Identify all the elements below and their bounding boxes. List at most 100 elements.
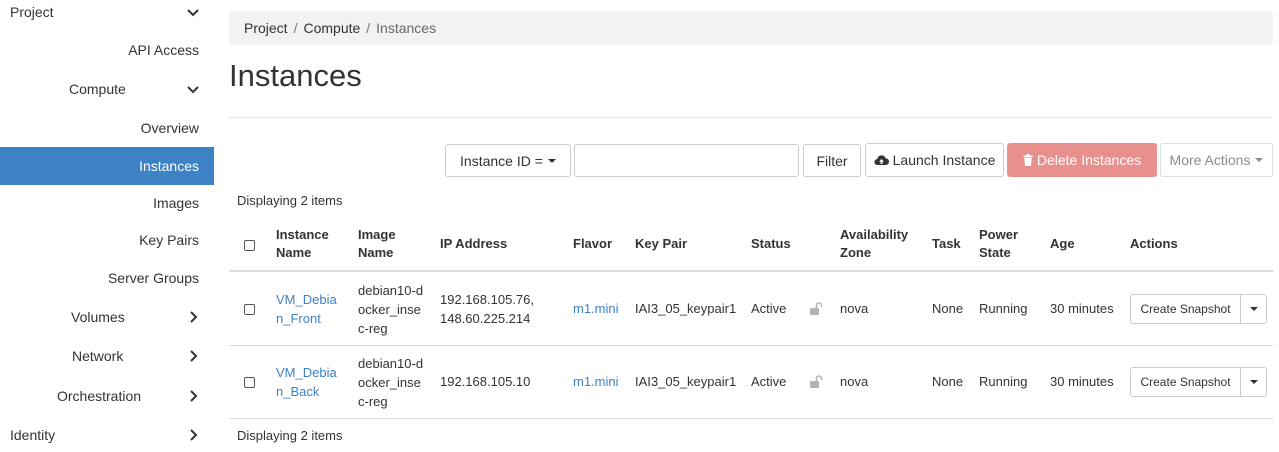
sidebar-item-identity[interactable]: Identity bbox=[0, 418, 214, 452]
trash-icon bbox=[1023, 154, 1033, 166]
flavor-link[interactable]: m1.mini bbox=[573, 299, 619, 318]
breadcrumb: Project / Compute / Instances bbox=[229, 11, 1273, 45]
filter-field-label: Instance ID = bbox=[460, 152, 543, 169]
text-line: VM_Debia bbox=[276, 365, 337, 380]
breadcrumb-compute[interactable]: Compute bbox=[303, 20, 360, 36]
column-header-task[interactable]: Task bbox=[932, 235, 961, 253]
unlock-icon bbox=[810, 375, 823, 388]
caret-down-icon bbox=[1255, 158, 1264, 162]
key-pair: IAI3_05_keypair1 bbox=[635, 301, 737, 316]
sidebar-item-images[interactable]: Images bbox=[0, 186, 214, 220]
age: 30 minutes bbox=[1050, 374, 1114, 389]
sidebar-item-volumes[interactable]: Volumes bbox=[0, 300, 214, 334]
sidebar-item-label: Project bbox=[10, 4, 54, 20]
sidebar-item-label: Server Groups bbox=[107, 270, 199, 286]
sidebar-item-label: Images bbox=[153, 195, 199, 211]
column-header-age[interactable]: Age bbox=[1050, 235, 1075, 253]
breadcrumb-project[interactable]: Project bbox=[244, 20, 288, 36]
unlock-icon bbox=[810, 302, 823, 315]
table-row: VM_Debia n_Front debian10-d ocker_inse c… bbox=[229, 273, 1273, 346]
column-header-flavor[interactable]: Flavor bbox=[573, 235, 612, 253]
column-header-key-pair[interactable]: Key Pair bbox=[635, 235, 687, 253]
sidebar-item-label: Overview bbox=[140, 120, 199, 136]
status: Active bbox=[751, 374, 787, 389]
row-actions-dropdown-toggle[interactable] bbox=[1241, 294, 1267, 324]
caret-down-icon bbox=[1249, 380, 1258, 384]
chevron-right-icon bbox=[190, 311, 198, 323]
filter-input[interactable] bbox=[574, 144, 799, 177]
column-header-actions: Actions bbox=[1130, 236, 1178, 251]
delete-instances-label: Delete Instances bbox=[1036, 152, 1142, 168]
launch-instance-button[interactable]: Launch Instance bbox=[865, 143, 1004, 177]
item-count-top: Displaying 2 items bbox=[237, 193, 343, 208]
create-snapshot-button[interactable]: Create Snapshot bbox=[1130, 367, 1241, 397]
sidebar-item-orchestration[interactable]: Orchestration bbox=[0, 379, 214, 413]
column-header-image-name[interactable]: Image Name bbox=[358, 226, 396, 262]
sidebar-item-label: Compute bbox=[69, 81, 126, 97]
text-line: ocker_inse bbox=[358, 302, 421, 317]
sidebar: Project API Access Compute Overview Inst… bbox=[0, 0, 214, 450]
filter-button[interactable]: Filter bbox=[803, 144, 861, 177]
filter-field-select[interactable]: Instance ID = bbox=[445, 144, 571, 177]
ip-address: 192.168.105.10 bbox=[440, 374, 531, 389]
row-checkbox[interactable] bbox=[244, 304, 255, 315]
sidebar-item-key-pairs[interactable]: Key Pairs bbox=[0, 223, 214, 257]
table-header: Instance Name Image Name IP Address Flav… bbox=[229, 219, 1273, 272]
chevron-right-icon bbox=[190, 429, 198, 441]
sidebar-item-label: Key Pairs bbox=[139, 232, 199, 248]
column-header-status[interactable]: Status bbox=[751, 235, 791, 253]
breadcrumb-current: Instances bbox=[376, 20, 437, 36]
instance-name-link[interactable]: VM_Debia n_Front bbox=[276, 290, 337, 328]
sidebar-item-instances[interactable]: Instances bbox=[0, 147, 214, 185]
sidebar-item-api-access[interactable]: API Access bbox=[0, 33, 214, 67]
sidebar-item-network[interactable]: Network bbox=[0, 339, 214, 373]
row-checkbox[interactable] bbox=[244, 377, 255, 388]
filter-button-label: Filter bbox=[816, 152, 848, 169]
column-header-instance-name[interactable]: Instance Name bbox=[276, 226, 329, 262]
header-line: State bbox=[979, 245, 1011, 260]
delete-instances-button[interactable]: Delete Instances bbox=[1007, 143, 1157, 177]
sidebar-item-label: Volumes bbox=[71, 309, 125, 325]
page-title: Instances bbox=[229, 58, 362, 93]
header-line: Name bbox=[358, 245, 394, 260]
age: 30 minutes bbox=[1050, 301, 1114, 316]
sidebar-item-compute[interactable]: Compute bbox=[0, 72, 214, 106]
row-actions-dropdown-toggle[interactable] bbox=[1241, 367, 1267, 397]
text-line: VM_Debia bbox=[276, 292, 337, 307]
text-line: c-reg bbox=[358, 394, 388, 409]
header-line: Instance bbox=[276, 227, 329, 242]
column-header-power-state[interactable]: Power State bbox=[979, 226, 1018, 262]
instance-name-link[interactable]: VM_Debia n_Back bbox=[276, 363, 337, 401]
column-header-ip-address[interactable]: IP Address bbox=[440, 235, 507, 253]
caret-down-icon bbox=[1249, 307, 1258, 311]
task: None bbox=[932, 374, 964, 389]
chevron-down-icon bbox=[187, 86, 199, 94]
header-line: Image bbox=[358, 227, 396, 242]
sidebar-item-label: API Access bbox=[128, 42, 199, 58]
sidebar-item-overview[interactable]: Overview bbox=[0, 111, 214, 145]
sidebar-item-project[interactable]: Project bbox=[0, 0, 214, 29]
text-line: c-reg bbox=[358, 321, 388, 336]
image-name: debian10-d ocker_inse c-reg bbox=[358, 354, 423, 411]
more-actions-button[interactable]: More Actions bbox=[1160, 143, 1273, 177]
breadcrumb-separator: / bbox=[293, 20, 298, 36]
text-line: n_Front bbox=[276, 311, 321, 326]
availability-zone: nova bbox=[840, 374, 869, 389]
select-all-checkbox[interactable] bbox=[244, 240, 255, 251]
more-actions-label: More Actions bbox=[1169, 152, 1251, 168]
text-line: 148.60.225.214 bbox=[440, 311, 531, 326]
cloud-upload-icon bbox=[874, 155, 889, 166]
chevron-right-icon bbox=[190, 350, 198, 362]
sidebar-item-server-groups[interactable]: Server Groups bbox=[0, 261, 214, 295]
chevron-right-icon bbox=[190, 390, 198, 402]
text-line: ocker_inse bbox=[358, 375, 421, 390]
image-name: debian10-d ocker_inse c-reg bbox=[358, 281, 423, 338]
text-line: debian10-d bbox=[358, 283, 424, 298]
power-state: Running bbox=[979, 374, 1028, 389]
sidebar-item-label: Identity bbox=[10, 427, 56, 443]
create-snapshot-button[interactable]: Create Snapshot bbox=[1130, 294, 1241, 324]
flavor-link[interactable]: m1.mini bbox=[573, 372, 619, 391]
sidebar-item-label: Orchestration bbox=[57, 388, 142, 404]
column-header-availability-zone[interactable]: Availability Zone bbox=[840, 226, 908, 262]
availability-zone: nova bbox=[840, 301, 869, 316]
